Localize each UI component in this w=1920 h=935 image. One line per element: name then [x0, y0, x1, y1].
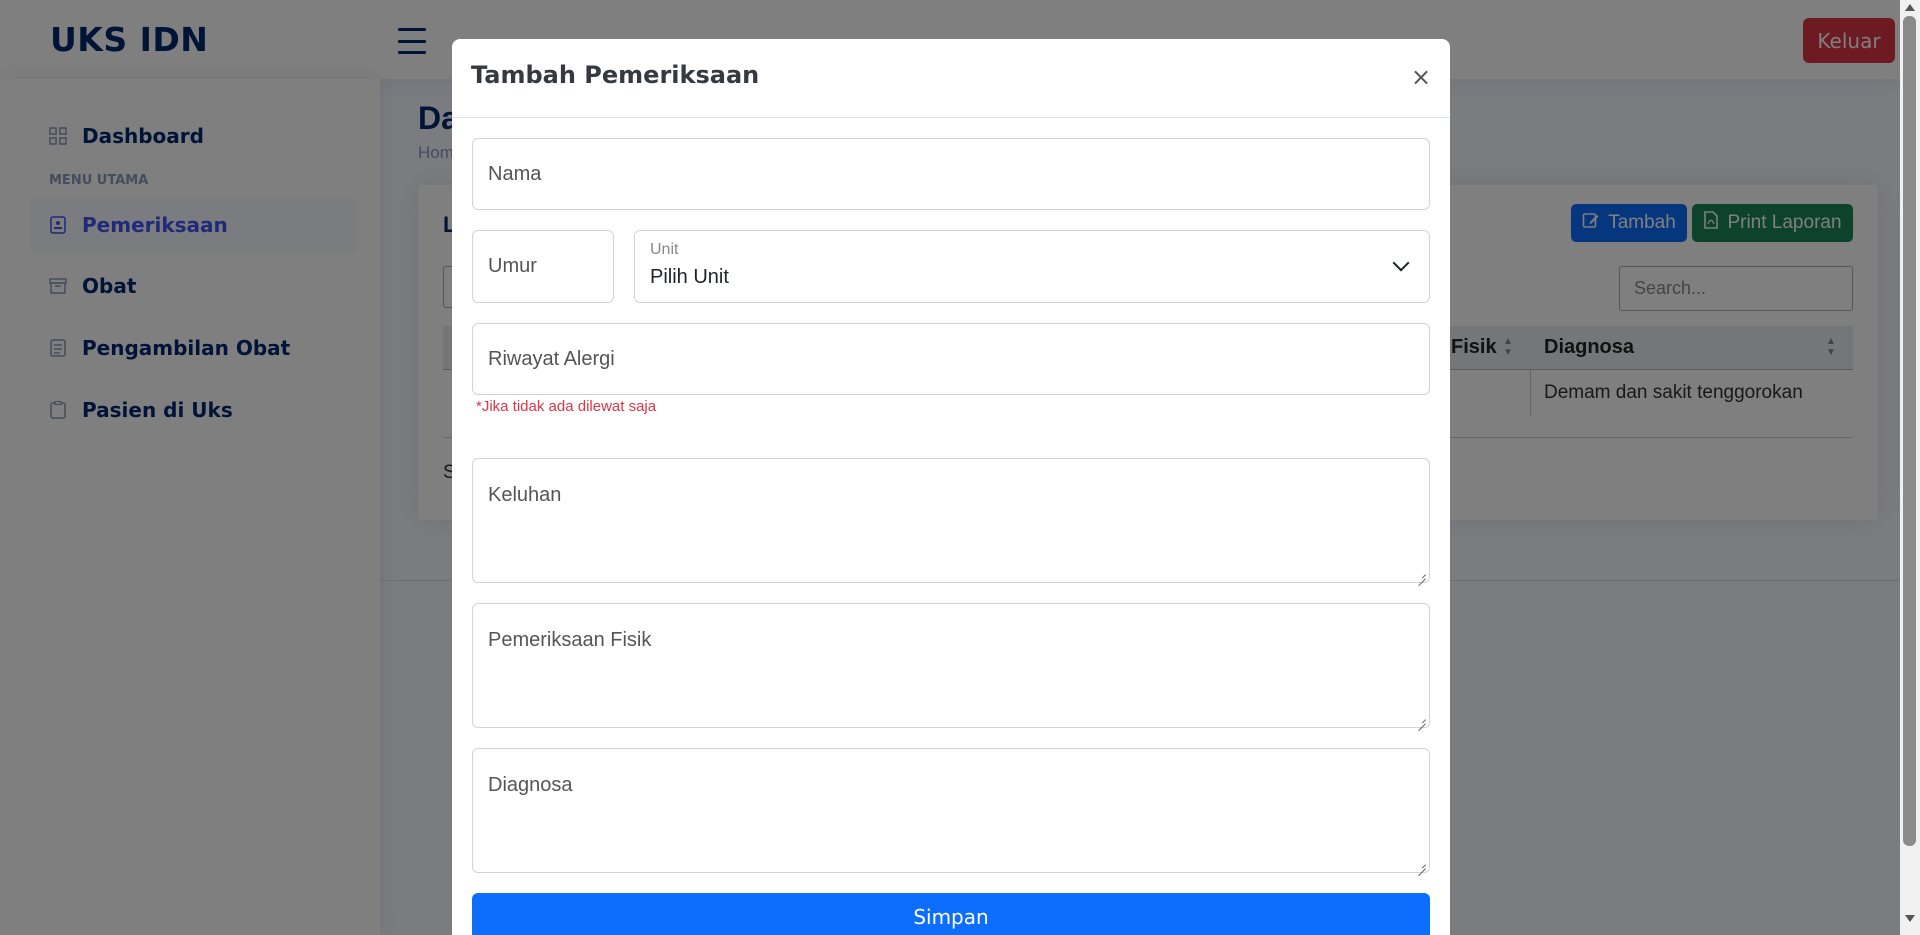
- close-icon[interactable]: ×: [1411, 63, 1431, 91]
- scroll-up-icon[interactable]: [1905, 4, 1915, 11]
- modal-title: Tambah Pemeriksaan: [471, 61, 760, 89]
- resize-handle-icon[interactable]: [1416, 714, 1426, 724]
- scroll-down-icon[interactable]: [1905, 915, 1915, 922]
- unit-value: Pilih Unit: [650, 266, 729, 288]
- unit-label: Unit: [650, 241, 679, 258]
- unit-select[interactable]: Unit Pilih Unit: [634, 230, 1430, 303]
- chevron-down-icon: [1392, 254, 1410, 272]
- scrollbar-thumb[interactable]: [1903, 16, 1916, 846]
- alergi-hint: *Jika tidak ada dilewat saja: [476, 398, 657, 415]
- resize-handle-icon[interactable]: [1416, 859, 1426, 869]
- keluhan-textarea[interactable]: Keluhan: [472, 458, 1430, 583]
- pemeriksaan-fisik-textarea[interactable]: Pemeriksaan Fisik: [472, 603, 1430, 728]
- diagnosa-textarea[interactable]: Diagnosa: [472, 748, 1430, 873]
- simpan-button[interactable]: Simpan: [472, 893, 1430, 935]
- riwayat-alergi-input[interactable]: Riwayat Alergi: [472, 323, 1430, 395]
- resize-handle-icon[interactable]: [1416, 569, 1426, 579]
- nama-input[interactable]: Nama: [472, 138, 1430, 210]
- umur-input[interactable]: Umur: [472, 230, 614, 303]
- modal-header: Tambah Pemeriksaan ×: [452, 39, 1450, 118]
